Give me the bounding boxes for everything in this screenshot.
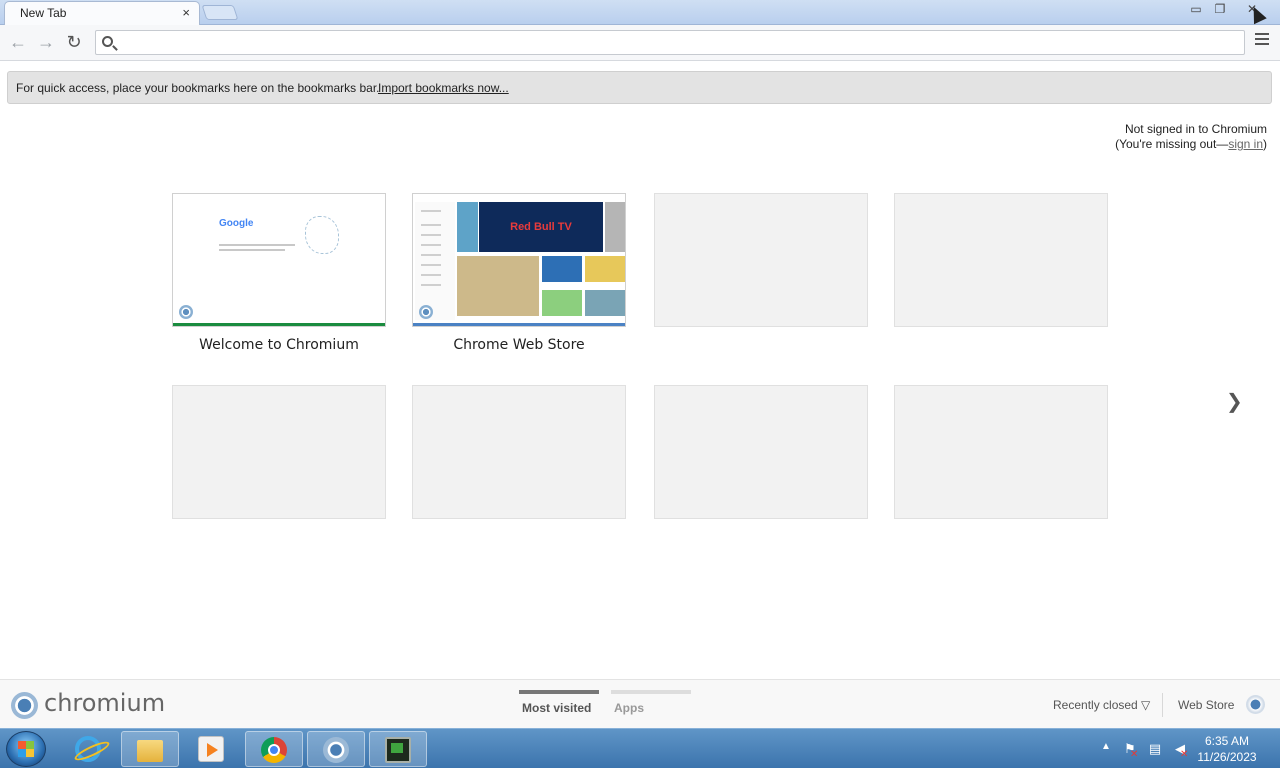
- signin-line2: (You're missing out—sign in): [1115, 137, 1267, 152]
- thumb-text-line: [219, 249, 285, 251]
- taskbar-chrome[interactable]: [245, 731, 303, 767]
- sidebar-line: [421, 234, 441, 236]
- start-button[interactable]: [6, 731, 46, 767]
- address-input[interactable]: [120, 33, 1220, 52]
- chromium-favicon: [179, 305, 193, 319]
- most-visited-tile-empty: [654, 193, 868, 327]
- most-visited-tile-empty: [412, 385, 626, 519]
- webstore-favicon: [419, 305, 433, 319]
- taskbar-chromium[interactable]: [307, 731, 365, 767]
- recently-closed-menu[interactable]: Recently closed ▽: [1053, 698, 1150, 712]
- minimize-button[interactable]: ▭: [1184, 1, 1208, 19]
- terminal-icon: [385, 737, 411, 763]
- bookmarks-bar: For quick access, place your bookmarks h…: [7, 71, 1272, 104]
- google-logo: Google: [219, 218, 254, 229]
- menu-button[interactable]: [1255, 33, 1269, 45]
- back-button[interactable]: ←: [7, 31, 29, 53]
- menu-line: [1255, 33, 1269, 35]
- web-store-icon[interactable]: [1246, 695, 1265, 714]
- new-tab-button[interactable]: [201, 5, 239, 20]
- windows-taskbar: ▲ ⚑ ✕ ▤ ◀ ✕ 6:35 AM 11/26/2023: [0, 728, 1280, 768]
- tile-accent-bar: [413, 323, 625, 326]
- sidebar-line: [421, 284, 441, 286]
- tile-title[interactable]: Chrome Web Store: [412, 337, 626, 353]
- webstore-sidebar: [415, 202, 455, 320]
- tile-title[interactable]: Welcome to Chromium: [172, 337, 386, 353]
- sidebar-line: [421, 210, 441, 212]
- chromium-logo-icon: [11, 692, 38, 719]
- most-visited-tile-empty: [172, 385, 386, 519]
- chrome-icon: [261, 737, 287, 763]
- volume-muted-icon[interactable]: ◀ ✕: [1172, 741, 1188, 760]
- sidebar-line: [421, 244, 441, 246]
- tile-accent-bar: [173, 323, 385, 326]
- webstore-panel: [605, 202, 625, 252]
- next-page-chevron-icon[interactable]: ❯: [1226, 389, 1243, 414]
- sidebar-line: [421, 254, 441, 256]
- action-center-flag-icon[interactable]: ⚑ ✕: [1122, 741, 1138, 760]
- show-hidden-icons-button[interactable]: ▲: [1101, 741, 1111, 752]
- chromium-wordmark: chromium: [44, 689, 166, 717]
- most-visited-tile-webstore[interactable]: Red Bull TV: [412, 193, 626, 327]
- webstore-panel: [457, 256, 539, 316]
- most-visited-tile-empty: [654, 385, 868, 519]
- page-indicator-active: [519, 690, 599, 694]
- sidebar-line: [421, 264, 441, 266]
- sidebar-line: [421, 224, 441, 226]
- import-bookmarks-link[interactable]: Import bookmarks now...: [378, 81, 509, 95]
- windows-logo-icon: [18, 741, 34, 757]
- most-visited-tile-welcome[interactable]: Google: [172, 193, 386, 327]
- signin-prefix: (You're missing out—: [1115, 137, 1229, 151]
- webstore-panel: [585, 290, 625, 316]
- web-store-link[interactable]: Web Store: [1178, 698, 1234, 712]
- taskbar-media-player[interactable]: [183, 731, 241, 767]
- webstore-featured-banner: Red Bull TV: [479, 202, 603, 252]
- webstore-panel: [542, 290, 582, 316]
- clock-time: 6:35 AM: [1204, 734, 1250, 748]
- taskbar-terminal[interactable]: [369, 731, 427, 767]
- signin-line1: Not signed in to Chromium: [1124, 122, 1267, 136]
- taskbar-internet-explorer[interactable]: [60, 731, 118, 767]
- webstore-panel: [585, 256, 625, 282]
- internet-explorer-icon: [75, 736, 101, 762]
- mute-x-icon: ✕: [1180, 749, 1189, 760]
- webstore-panel: [542, 256, 582, 282]
- menu-line: [1255, 38, 1269, 40]
- tab-most-visited[interactable]: Most visited: [522, 701, 591, 715]
- signin-status: Not signed in to Chromium (You're missin…: [1115, 122, 1267, 152]
- taskbar-windows-explorer[interactable]: [121, 731, 179, 767]
- tab-close-icon[interactable]: ×: [182, 5, 190, 20]
- footer-divider: [1162, 693, 1163, 717]
- most-visited-tile-empty: [894, 385, 1108, 519]
- error-x-icon: ✕: [1130, 749, 1139, 760]
- sidebar-line: [421, 274, 441, 276]
- network-icon[interactable]: ▤: [1147, 741, 1163, 757]
- menu-line: [1255, 43, 1269, 45]
- search-icon: [102, 36, 113, 47]
- folder-icon: [137, 740, 163, 762]
- signin-suffix: ): [1263, 137, 1267, 151]
- omnibox[interactable]: ☆: [95, 30, 1245, 55]
- media-player-icon: [198, 736, 224, 762]
- system-clock[interactable]: 6:35 AM 11/26/2023: [1195, 733, 1259, 765]
- maximize-button[interactable]: ❐: [1208, 1, 1232, 19]
- forward-button[interactable]: →: [35, 31, 57, 53]
- ntp-footer: chromium Most visited Apps Recently clos…: [0, 679, 1280, 728]
- tab-apps[interactable]: Apps: [614, 701, 644, 715]
- browser-toolbar: ← → ↻ ☆: [0, 25, 1280, 61]
- tab-title: New Tab: [20, 6, 67, 20]
- page-indicator: [611, 690, 691, 694]
- bookmarks-bar-message: For quick access, place your bookmarks h…: [16, 81, 380, 95]
- welcome-art-image: [305, 216, 339, 254]
- clock-date: 11/26/2023: [1197, 750, 1257, 764]
- thumb-text-line: [219, 244, 295, 246]
- most-visited-tile-empty: [894, 193, 1108, 327]
- tab-strip: New Tab × ▭ ❐ ✕: [0, 0, 1280, 25]
- webstore-panel: [457, 202, 478, 252]
- tab-new-tab[interactable]: New Tab ×: [4, 1, 200, 25]
- sign-in-link[interactable]: sign in: [1228, 137, 1263, 151]
- chromium-icon: [323, 737, 349, 763]
- reload-button[interactable]: ↻: [63, 31, 85, 53]
